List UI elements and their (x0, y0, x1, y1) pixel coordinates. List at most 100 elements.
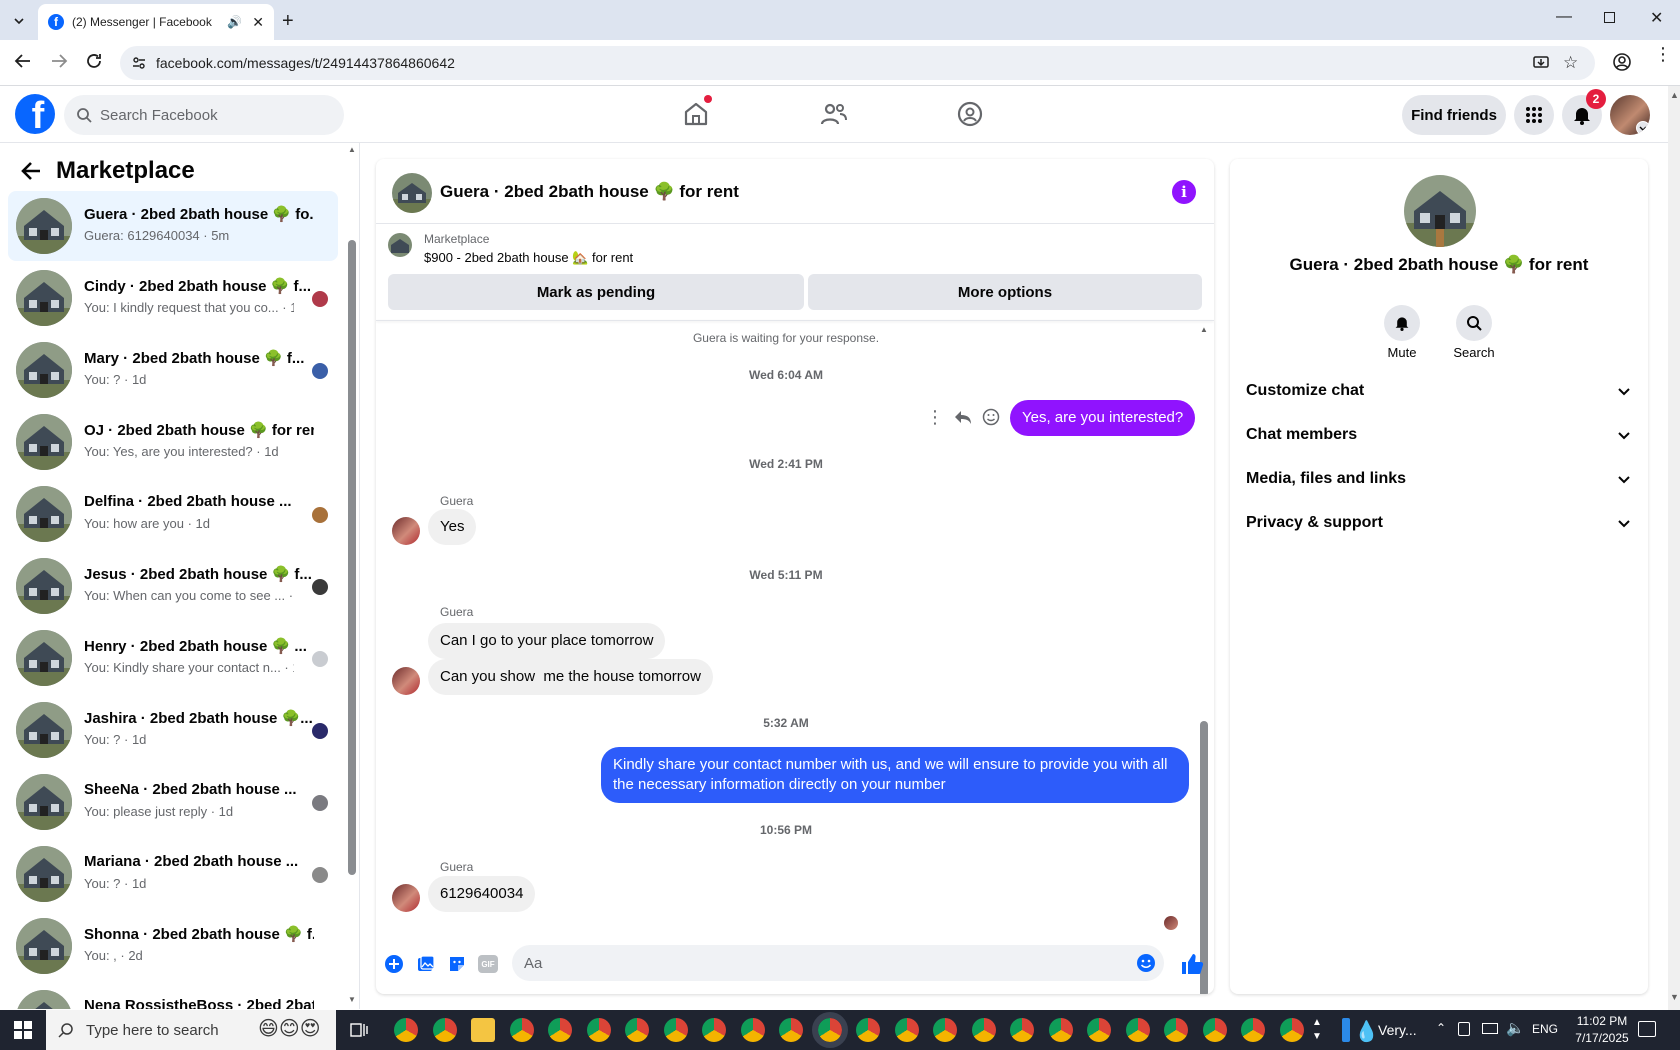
chrome-app-icon[interactable] (586, 1018, 611, 1042)
conversation-item[interactable]: Shonna · 2bed 2bath house 🌳 f... You: , ·… (8, 911, 338, 981)
chat-scroll-up-icon[interactable]: ▲ (1200, 325, 1208, 334)
reload-icon[interactable] (85, 52, 103, 70)
back-arrow-icon[interactable] (14, 52, 32, 70)
chrome-app-icon[interactable] (1202, 1018, 1227, 1042)
listing-thumbnail[interactable] (388, 233, 412, 257)
chrome-app-icon[interactable] (894, 1018, 919, 1042)
conversation-item[interactable]: Delfina · 2bed 2bath house ... You: how a… (8, 479, 338, 549)
browser-tab[interactable]: f (2) Messenger | Facebook 🔊 ✕ (38, 4, 274, 40)
facebook-logo-icon[interactable]: f (15, 94, 55, 134)
taskbar-clock[interactable]: 11:02 PM 7/17/2025 (1564, 1013, 1640, 1047)
details-house-avatar[interactable] (1404, 175, 1476, 247)
conversation-info-icon[interactable]: i (1172, 180, 1196, 204)
reply-icon[interactable] (954, 409, 972, 425)
more-actions-plus-icon[interactable] (384, 954, 404, 974)
emoji-picker-icon[interactable] (1136, 953, 1156, 973)
chat-title[interactable]: Guera · 2bed 2bath house 🌳 for rent (440, 182, 739, 202)
tab-audio-icon[interactable]: 🔊 (227, 15, 242, 29)
list-scroll-down-icon[interactable]: ▼ (348, 995, 356, 1004)
network-icon[interactable] (1482, 1023, 1498, 1034)
menu-grid-button[interactable] (1514, 95, 1554, 135)
chrome-app-icon[interactable] (1125, 1018, 1150, 1042)
react-emoji-icon[interactable] (982, 408, 1000, 426)
chat-members-section[interactable]: Chat members (1246, 415, 1631, 455)
chat-scrollbar[interactable]: ▲ ▼ (1198, 325, 1210, 994)
chrome-app-icon[interactable] (625, 1018, 649, 1042)
chrome-app-icon[interactable] (811, 1012, 848, 1048)
install-app-icon[interactable] (1532, 54, 1550, 72)
windows-start-icon[interactable] (14, 1021, 32, 1039)
conversation-item[interactable]: Mariana · 2bed 2bath house ... You: ? · 1… (8, 839, 338, 909)
gif-icon[interactable]: GIF (478, 955, 498, 973)
list-scroll-up-icon[interactable]: ▲ (348, 145, 356, 154)
chrome-app-icon[interactable] (394, 1018, 418, 1042)
page-scrollbar[interactable]: ▲ ▼ (1668, 86, 1680, 1010)
sticker-icon[interactable] (447, 954, 467, 974)
chrome-app-icon[interactable] (856, 1018, 880, 1042)
outgoing-message[interactable]: Yes, are you interested? (1010, 400, 1196, 436)
device-icon[interactable] (1458, 1022, 1470, 1036)
page-scroll-down-icon[interactable]: ▼ (1670, 992, 1679, 1002)
taskbar-overflow-icon[interactable]: ▲ ▼ (1312, 1016, 1322, 1044)
file-explorer-icon[interactable] (471, 1018, 495, 1042)
browser-menu-icon[interactable]: ⋮ (1654, 45, 1672, 63)
language-indicator[interactable]: ENG (1532, 1022, 1558, 1036)
friends-icon[interactable] (820, 100, 848, 128)
incoming-message[interactable]: Can you show me the house tomorrow (428, 659, 713, 695)
forward-arrow-icon[interactable] (50, 52, 68, 70)
chrome-app-icon[interactable] (933, 1018, 957, 1042)
list-scroll-thumb[interactable] (348, 240, 356, 875)
profile-icon[interactable] (1612, 52, 1632, 72)
close-window-icon[interactable]: ✕ (1650, 8, 1663, 28)
account-avatar[interactable] (1610, 95, 1650, 135)
chrome-app-icon[interactable] (1087, 1018, 1111, 1042)
chrome-app-icon[interactable] (702, 1018, 726, 1042)
more-options-button[interactable]: More options (808, 274, 1202, 310)
privacy-support-section[interactable]: Privacy & support (1246, 503, 1631, 543)
incoming-message[interactable]: Can I go to your place tomorrow (428, 623, 666, 659)
taskbar-search-input[interactable]: Type here to search 😄😊😍 (46, 1010, 336, 1050)
site-settings-icon[interactable] (132, 56, 146, 70)
conversation-item[interactable]: Henry · 2bed 2bath house 🌳 ... You: Kindl… (8, 623, 338, 693)
bookmark-star-icon[interactable]: ☆ (1563, 53, 1578, 73)
chrome-app-icon[interactable] (779, 1018, 803, 1042)
message-composer-input[interactable]: Aa (512, 945, 1164, 981)
chrome-app-icon[interactable] (1048, 1018, 1073, 1042)
volume-icon[interactable]: 🔈 (1506, 1019, 1525, 1037)
chrome-app-icon[interactable] (663, 1018, 688, 1042)
new-tab-plus-icon[interactable]: + (282, 10, 294, 33)
chrome-app-icon[interactable] (548, 1018, 572, 1042)
restore-window-icon[interactable] (1604, 12, 1615, 23)
conversation-item[interactable]: SheeNa · 2bed 2bath house ... You: please… (8, 767, 338, 837)
chrome-app-icon[interactable] (971, 1018, 996, 1042)
minimize-window-icon[interactable]: — (1556, 8, 1572, 26)
conversation-item[interactable]: OJ · 2bed 2bath house 🌳 for rent You: Yes… (8, 407, 338, 477)
media-files-links-section[interactable]: Media, files and links (1246, 459, 1631, 499)
home-icon[interactable] (682, 95, 712, 128)
list-scrollbar[interactable]: ▲ ▼ (346, 143, 358, 1009)
incoming-message[interactable]: Yes (428, 509, 477, 545)
mute-button[interactable] (1384, 305, 1420, 341)
chrome-app-icon[interactable] (1164, 1018, 1188, 1042)
show-hidden-icons-chevron[interactable]: ⌃ (1436, 1021, 1446, 1035)
chat-house-avatar[interactable] (392, 173, 432, 213)
notification-center-icon[interactable] (1638, 1021, 1656, 1037)
notifications-button[interactable]: 2 (1562, 89, 1606, 135)
chrome-app-icon[interactable] (509, 1018, 534, 1042)
chrome-app-icon[interactable] (1279, 1018, 1304, 1042)
chrome-app-icon[interactable] (432, 1018, 457, 1042)
outgoing-message[interactable]: Kindly share your contact number with us… (601, 747, 1189, 803)
facebook-search-input[interactable]: Search Facebook (64, 95, 344, 135)
conversation-item[interactable]: Cindy · 2bed 2bath house 🌳 f... You: I ki… (8, 263, 338, 333)
message-more-icon[interactable]: ⋮ (926, 407, 944, 428)
sender-avatar[interactable] (392, 884, 420, 912)
chrome-app-icon[interactable] (1241, 1018, 1265, 1042)
conversation-item[interactable]: Nena RossistheBoss · 2bed 2bat... (8, 983, 338, 1009)
sender-avatar[interactable] (392, 517, 420, 545)
listing-text[interactable]: $900 - 2bed 2bath house 🏡 for rent (424, 250, 633, 266)
find-friends-button[interactable]: Find friends (1402, 95, 1506, 135)
page-scroll-up-icon[interactable]: ▲ (1670, 90, 1679, 100)
conversation-item[interactable]: Jashira · 2bed 2bath house 🌳... You: ? · … (8, 695, 338, 765)
thumbs-up-icon[interactable] (1180, 952, 1204, 976)
attach-photo-icon[interactable] (416, 954, 436, 974)
